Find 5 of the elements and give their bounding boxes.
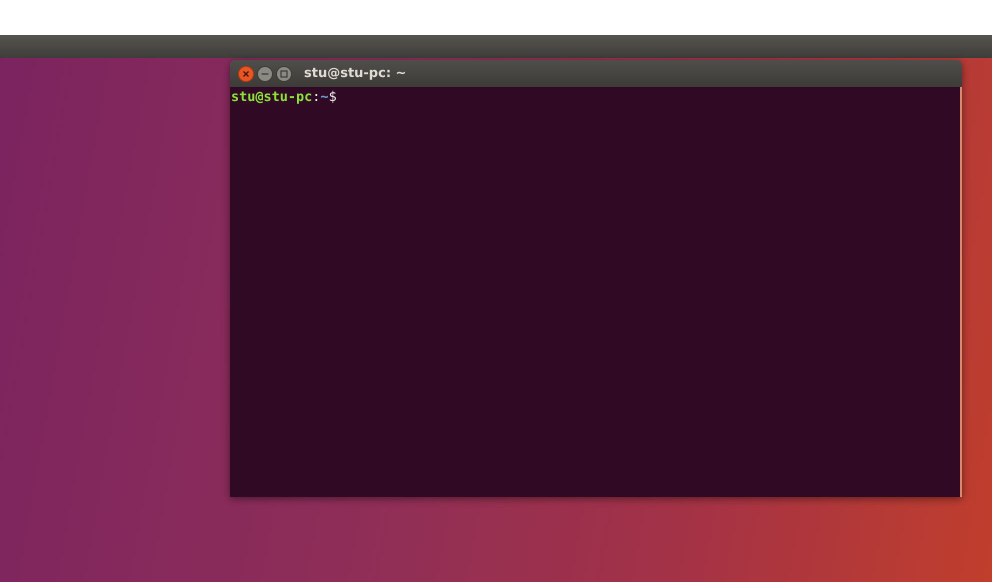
window-title: stu@stu-pc: ~: [304, 66, 406, 81]
minimize-icon[interactable]: [257, 66, 273, 82]
maximize-icon[interactable]: [276, 66, 292, 82]
close-icon[interactable]: [238, 66, 254, 82]
terminal-prompt: stu@stu-pc:~$: [230, 88, 338, 107]
